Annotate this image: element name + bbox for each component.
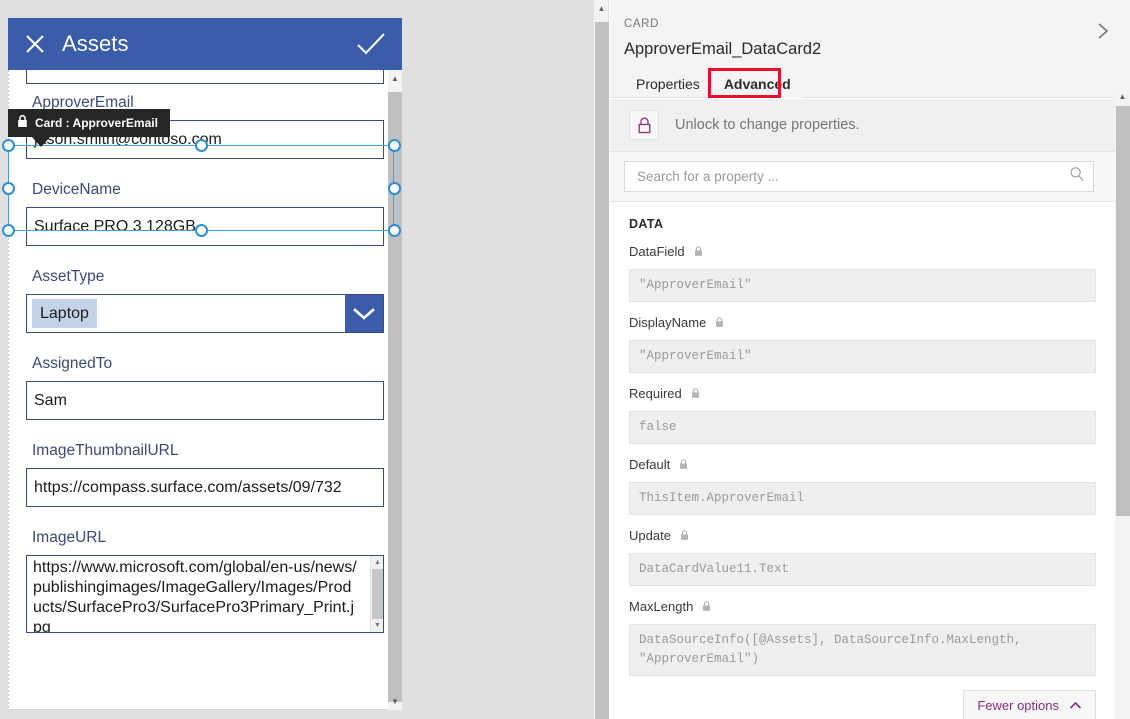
- field-label: DeviceName: [32, 181, 121, 198]
- resize-handle-bottom-center[interactable]: [195, 224, 208, 237]
- property-label: MaxLength: [629, 599, 694, 614]
- lock-icon: [679, 457, 688, 475]
- scroll-up-icon[interactable]: ▲: [594, 0, 609, 17]
- search-input[interactable]: [635, 168, 1069, 185]
- scrollbar-thumb[interactable]: [595, 22, 609, 719]
- image-url-scrollbar[interactable]: ▲ ▼: [370, 556, 383, 632]
- field-label: AssignedTo: [32, 355, 113, 372]
- property-value[interactable]: DataCardValue11.Text: [629, 553, 1096, 586]
- close-x-icon[interactable]: [8, 32, 62, 56]
- section-title-data: DATA: [629, 217, 664, 231]
- unlock-bar: Unlock to change properties.: [610, 99, 1115, 152]
- scroll-down-icon[interactable]: ▼: [371, 619, 383, 632]
- tooltip-text: Card : ApproverEmail: [35, 116, 158, 130]
- field-input-image-thumbnail-url[interactable]: https://compass.surface.com/assets/09/73…: [26, 468, 384, 507]
- panel-scroll-top-strip: [1115, 0, 1130, 88]
- panel-kicker: CARD: [624, 18, 659, 30]
- panel-header: CARD ApproverEmail_DataCard2 Properties …: [610, 0, 1130, 98]
- property-default: Default ThisItem.ApproverEmail: [629, 457, 1096, 515]
- form-title: Assets: [62, 31, 129, 56]
- lock-icon: [680, 528, 689, 546]
- property-search-bar: [610, 152, 1115, 202]
- property-required: Required false: [629, 386, 1096, 444]
- panel-footer: Fewer options: [610, 690, 1096, 719]
- resize-handle-bottom-left[interactable]: [2, 224, 15, 237]
- dropdown-selected-value[interactable]: Laptop: [32, 299, 97, 328]
- property-update: Update DataCardValue11.Text: [629, 528, 1096, 586]
- checkmark-icon[interactable]: [356, 31, 386, 62]
- tab-properties[interactable]: Properties: [624, 70, 712, 98]
- resize-handle-top-right[interactable]: [388, 139, 401, 152]
- unlock-message: Unlock to change properties.: [675, 117, 860, 133]
- chevron-down-icon[interactable]: [345, 295, 383, 332]
- field-label: ImageURL: [32, 529, 107, 546]
- scroll-down-icon[interactable]: ▼: [388, 693, 402, 710]
- chevron-right-icon[interactable]: [1090, 18, 1116, 44]
- fewer-options-button[interactable]: Fewer options: [963, 690, 1096, 719]
- resize-handle-middle-left[interactable]: [2, 182, 15, 195]
- property-value[interactable]: "ApproverEmail": [629, 269, 1096, 302]
- property-value[interactable]: ThisItem.ApproverEmail: [629, 482, 1096, 515]
- properties-panel: CARD ApproverEmail_DataCard2 Properties …: [610, 0, 1130, 719]
- property-label: DisplayName: [629, 315, 707, 330]
- scroll-up-icon[interactable]: ▲: [1115, 88, 1130, 104]
- property-label: DataField: [629, 244, 685, 259]
- search-icon[interactable]: [1069, 166, 1085, 187]
- resize-handle-top-center[interactable]: [195, 139, 208, 152]
- field-image-thumbnail-url[interactable]: ImageThumbnailURL https://compass.surfac…: [26, 441, 384, 507]
- app-root: Asset ID ApproverEmail jason.smith@conto…: [0, 0, 1130, 719]
- lock-icon: [694, 244, 703, 262]
- panel-scrollbar[interactable]: ▲: [1115, 88, 1130, 719]
- field-device-name[interactable]: DeviceName Surface PRO 3 128GB: [26, 180, 384, 246]
- scrollbar-thumb[interactable]: [1116, 106, 1130, 516]
- resize-handle-middle-right[interactable]: [388, 182, 401, 195]
- field-label: AssetType: [32, 268, 105, 285]
- field-asset-type[interactable]: AssetType Laptop: [26, 267, 384, 333]
- selection-tooltip: Card : ApproverEmail: [8, 109, 170, 147]
- field-input-image-url[interactable]: https://www.microsoft.com/global/en-us/n…: [26, 555, 384, 633]
- field-image-url[interactable]: ImageURL https://www.microsoft.com/globa…: [26, 528, 384, 633]
- lock-icon[interactable]: [629, 110, 659, 140]
- lock-icon: [691, 386, 700, 404]
- scroll-up-icon[interactable]: ▲: [371, 556, 383, 569]
- property-value[interactable]: false: [629, 411, 1096, 444]
- property-label: Default: [629, 457, 671, 472]
- scroll-up-icon[interactable]: ▲: [388, 70, 402, 87]
- property-datafield: DataField "ApproverEmail": [629, 244, 1096, 302]
- canvas-scrollbar[interactable]: ▲: [594, 0, 609, 719]
- property-value[interactable]: DataSourceInfo([@Assets], DataSourceInfo…: [629, 624, 1096, 676]
- field-assigned-to[interactable]: AssignedTo Sam: [26, 354, 384, 420]
- property-list: DATA DataField "ApproverEmail" DisplayNa…: [610, 203, 1115, 719]
- form-header: Assets: [8, 18, 402, 70]
- resize-handle-top-left[interactable]: [2, 139, 15, 152]
- property-displayname: DisplayName "ApproverEmail": [629, 315, 1096, 373]
- panel-tabs: Properties Advanced: [624, 68, 803, 98]
- scrollbar-thumb[interactable]: [372, 569, 383, 619]
- lock-icon: [17, 114, 28, 131]
- property-maxlength: MaxLength DataSourceInfo([@Assets], Data…: [629, 599, 1096, 676]
- property-value[interactable]: "ApproverEmail": [629, 340, 1096, 373]
- resize-handle-bottom-right[interactable]: [388, 224, 401, 237]
- field-input-image-url-text: https://www.microsoft.com/global/en-us/n…: [33, 559, 357, 633]
- search-box[interactable]: [624, 161, 1094, 192]
- panel-control-name: ApproverEmail_DataCard2: [624, 40, 822, 58]
- property-label: Required: [629, 386, 682, 401]
- chevron-up-icon: [1069, 698, 1082, 713]
- lock-icon: [702, 599, 711, 617]
- fewer-options-label: Fewer options: [977, 698, 1059, 713]
- field-label: ImageThumbnailURL: [32, 442, 179, 459]
- form-scrollbar[interactable]: ▲ ▼: [388, 70, 402, 710]
- field-input-assigned-to[interactable]: Sam: [26, 381, 384, 420]
- lock-icon: [715, 315, 724, 333]
- property-label: Update: [629, 528, 671, 543]
- dropdown-asset-type[interactable]: Laptop: [26, 294, 384, 333]
- app-canvas[interactable]: Asset ID ApproverEmail jason.smith@conto…: [0, 0, 594, 719]
- tab-advanced[interactable]: Advanced: [711, 70, 803, 98]
